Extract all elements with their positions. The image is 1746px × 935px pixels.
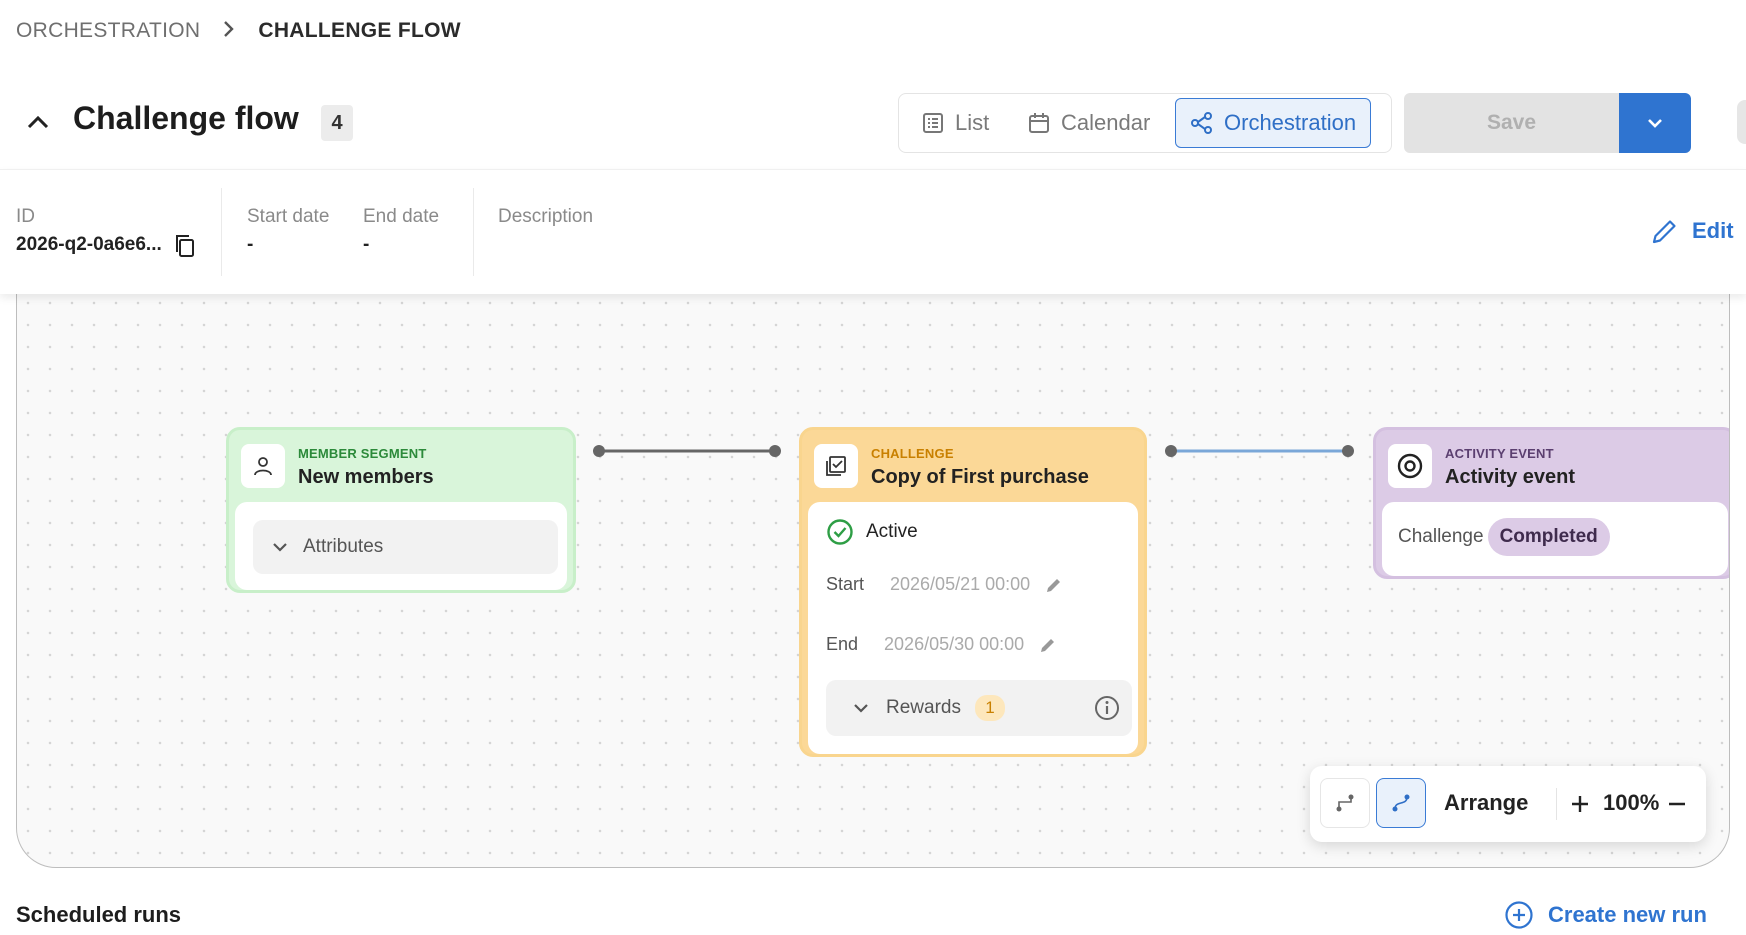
status-indicator: Active xyxy=(826,518,918,546)
save-options-button[interactable] xyxy=(1619,93,1691,153)
create-new-run-label: Create new run xyxy=(1548,902,1707,927)
view-tab-orchestration[interactable]: Orchestration xyxy=(1175,98,1372,148)
status-badge: Completed xyxy=(1487,518,1610,556)
node-header: CHALLENGE Copy of First purchase xyxy=(808,436,1138,502)
node-activity-event[interactable]: ACTIVITY EVENT Activity event Challenge … xyxy=(1373,427,1729,579)
edit-label: Edit xyxy=(1692,218,1734,243)
zoom-out-icon[interactable] xyxy=(1667,794,1687,814)
status-text: Active xyxy=(866,521,918,542)
end-value: 2026/05/30 00:00 xyxy=(884,634,1025,654)
node-kind: CHALLENGE xyxy=(871,446,954,461)
view-switcher: List Calendar Orchestration xyxy=(898,93,1392,153)
canvas-toolbar: Arrange 100% xyxy=(1310,766,1706,842)
toolbar-divider xyxy=(1556,788,1557,820)
divider xyxy=(221,188,222,276)
view-tab-list[interactable]: List xyxy=(921,98,989,148)
connector-handle[interactable] xyxy=(769,445,781,457)
node-name: New members xyxy=(298,466,434,488)
pencil-icon[interactable] xyxy=(1044,575,1064,595)
node-kind: MEMBER SEGMENT xyxy=(298,446,427,461)
node-name: Copy of First purchase xyxy=(871,466,1089,488)
zoom-level: 100% xyxy=(1603,790,1660,815)
divider xyxy=(473,188,474,276)
info-icon[interactable] xyxy=(1094,695,1120,721)
connector-handle[interactable] xyxy=(1165,445,1177,457)
save-button[interactable]: Save xyxy=(1404,93,1619,153)
end-row: End 2026/05/30 00:00 xyxy=(826,634,1058,655)
end-date-label: End date xyxy=(363,206,440,227)
edit-button[interactable]: Edit xyxy=(1650,216,1734,246)
rewards-count-badge: 1 xyxy=(974,695,1005,721)
view-tab-label: Orchestration xyxy=(1224,110,1357,135)
breadcrumb-current: CHALLENGE FLOW xyxy=(258,19,461,42)
overflow-button[interactable] xyxy=(1737,100,1746,144)
attributes-toggle[interactable]: Attributes xyxy=(253,520,558,574)
breadcrumb: ORCHESTRATION CHALLENGE FLOW xyxy=(16,18,461,44)
list-icon xyxy=(923,113,943,133)
description-label: Description xyxy=(498,206,594,227)
node-member-segment[interactable]: MEMBER SEGMENT New members Attributes xyxy=(226,427,576,593)
start-value: 2026/05/21 00:00 xyxy=(890,574,1031,594)
count-badge: 4 xyxy=(321,105,353,141)
rewards-label: Rewards xyxy=(886,697,961,718)
orchestration-canvas[interactable]: MEMBER SEGMENT New members Attributes CH… xyxy=(16,270,1730,868)
connector-handle[interactable] xyxy=(1342,445,1354,457)
start-row: Start 2026/05/21 00:00 xyxy=(826,574,1064,595)
chevron-down-icon xyxy=(854,704,868,713)
chevron-down-icon xyxy=(273,543,287,552)
user-icon xyxy=(241,444,285,488)
start-date-value: - xyxy=(247,234,254,255)
node-challenge[interactable]: CHALLENGE Copy of First purchase Active … xyxy=(799,427,1147,757)
id-label: ID xyxy=(16,206,35,227)
create-new-run-button[interactable]: Create new run xyxy=(1504,900,1707,930)
plus-circle-icon xyxy=(1505,901,1533,929)
chevron-right-icon xyxy=(222,18,236,44)
end-date-value: - xyxy=(363,234,370,255)
id-value: 2026-q2-0a6e6... xyxy=(16,234,162,255)
straight-edge-button[interactable] xyxy=(1320,778,1370,828)
node-body: Active Start 2026/05/21 00:00 End 2026/0… xyxy=(808,502,1138,754)
chevron-down-icon xyxy=(1648,119,1662,128)
app-root: ORCHESTRATION CHALLENGE FLOW Challenge f… xyxy=(0,0,1746,935)
checklist-icon xyxy=(814,444,858,488)
edge-straight-icon xyxy=(1336,794,1354,812)
start-label: Start xyxy=(826,574,865,594)
rewards-toggle[interactable]: Rewards 1 xyxy=(826,680,1132,736)
view-tab-label: List xyxy=(955,110,990,135)
node-name: Activity event xyxy=(1445,466,1576,488)
node-header: ACTIVITY EVENT Activity event xyxy=(1382,436,1728,502)
chevron-up-icon[interactable] xyxy=(24,108,52,136)
start-date-label: Start date xyxy=(247,206,330,227)
copy-icon[interactable] xyxy=(174,234,196,258)
connector-handle[interactable] xyxy=(593,445,605,457)
node-header: MEMBER SEGMENT New members xyxy=(235,436,567,502)
attributes-label: Attributes xyxy=(303,536,384,557)
arrange-button[interactable]: Arrange xyxy=(1444,790,1528,816)
node-kind: ACTIVITY EVENT xyxy=(1445,446,1554,461)
page-title: Challenge flow xyxy=(73,100,299,136)
view-tab-label: Calendar xyxy=(1061,110,1151,135)
target-icon xyxy=(1388,444,1432,488)
curved-edge-button[interactable] xyxy=(1376,778,1426,828)
activity-field: Challenge Completed xyxy=(1398,518,1610,556)
orchestration-icon xyxy=(1191,112,1212,134)
zoom-in-icon[interactable] xyxy=(1570,794,1590,814)
pencil-icon[interactable] xyxy=(1038,635,1058,655)
node-body: Attributes xyxy=(235,502,567,590)
breadcrumb-parent[interactable]: ORCHESTRATION xyxy=(16,19,200,43)
calendar-icon xyxy=(1029,113,1049,133)
scheduled-runs-heading: Scheduled runs xyxy=(16,902,182,927)
view-tab-calendar[interactable]: Calendar xyxy=(1027,98,1150,148)
check-circle-icon xyxy=(827,519,853,545)
pencil-icon xyxy=(1652,220,1676,244)
end-label: End xyxy=(826,634,859,654)
field-label: Challenge xyxy=(1398,526,1484,547)
details-bar: ID 2026-q2-0a6e6... Start date - End dat… xyxy=(0,169,1746,294)
edge-curved-icon xyxy=(1392,794,1410,812)
node-body: Challenge Completed xyxy=(1382,502,1728,576)
